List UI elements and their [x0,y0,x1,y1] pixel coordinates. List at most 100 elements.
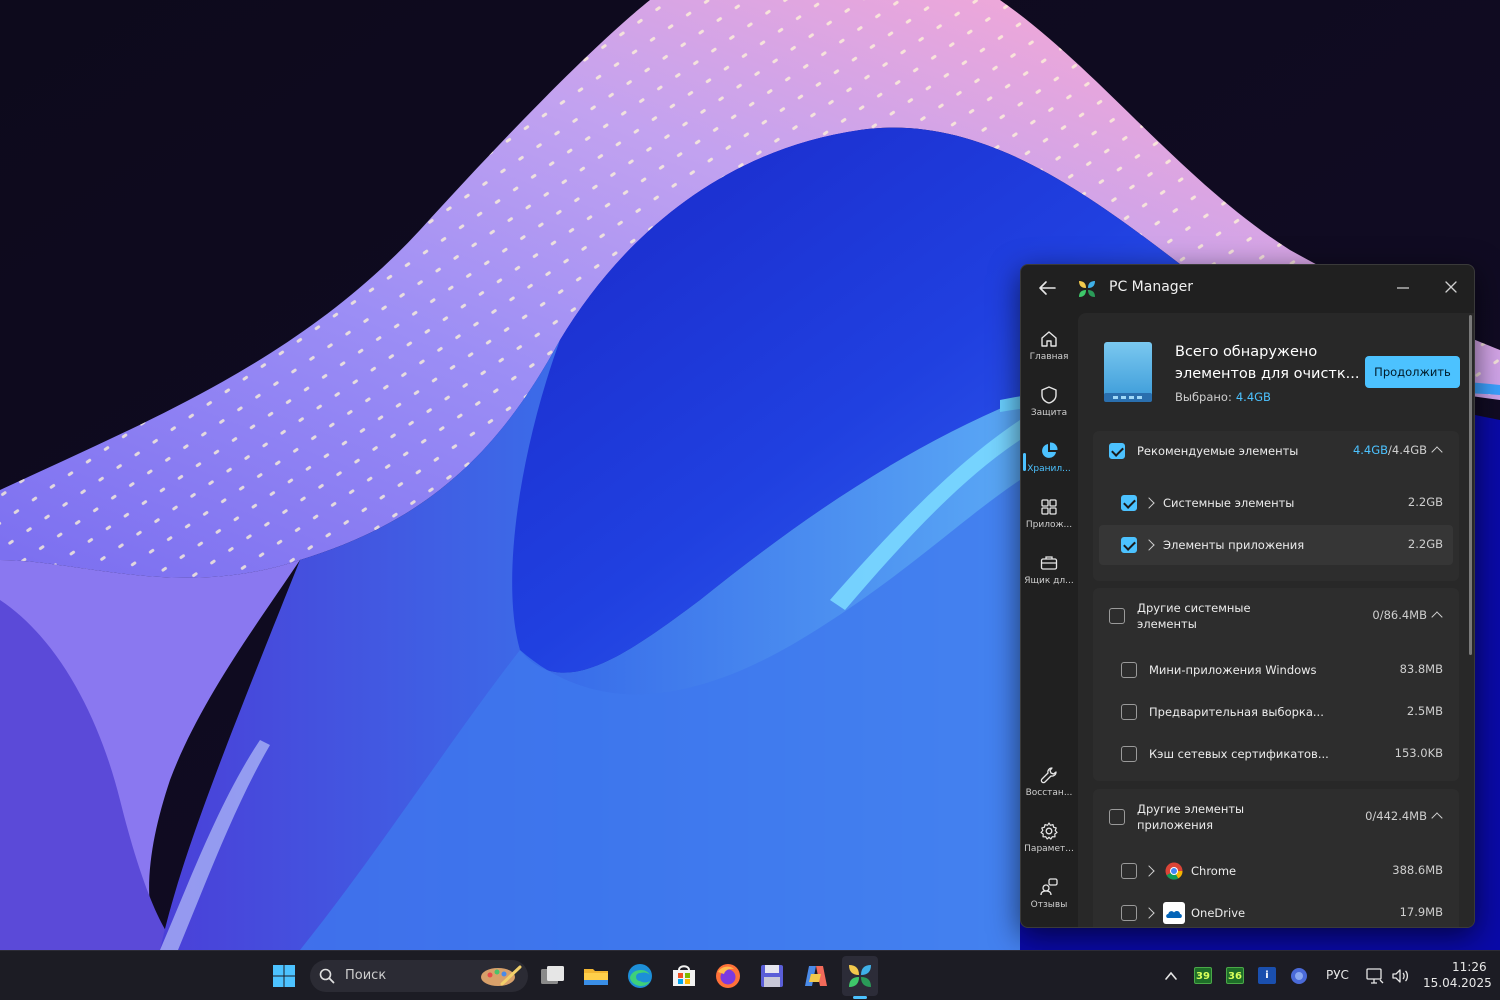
nav-label-toolbox: Ящик дл... [1024,576,1074,586]
nav-label-home: Главная [1029,352,1069,362]
active-indicator [1023,453,1026,471]
group-header-other-system[interactable]: Другие системные элементы 0/86.4MB [1093,588,1459,644]
item-label: Кэш сетевых сертификатов... [1149,747,1329,761]
chevron-up-icon[interactable] [1163,968,1179,984]
clock-date[interactable]: 15.04.2025 [1423,976,1492,990]
network-icon[interactable] [1365,966,1385,986]
nav-item-storage[interactable]: Хранил... [1023,441,1075,493]
list-item-chrome[interactable]: Chrome 388.6MB [1093,851,1459,891]
arrow-left-icon[interactable] [1035,277,1059,299]
item-label: Предварительная выборка... [1149,705,1324,719]
edge-icon[interactable] [624,960,656,992]
item-label: OneDrive [1191,906,1246,920]
language-indicator[interactable]: РУС [1326,968,1349,982]
nav-item-apps[interactable]: Прилож... [1023,497,1075,549]
group-label-line1: Другие системные [1137,601,1251,615]
temp-badge-1[interactable]: 39 [1194,967,1212,984]
apps-icon [1041,499,1057,515]
nav-item-protection[interactable]: Защита [1023,385,1075,437]
volume-icon[interactable] [1390,966,1410,986]
chevron-right-icon[interactable] [1143,865,1155,877]
item-size: 2.2GB [1407,495,1443,509]
group-label-line2: элементы [1137,617,1197,631]
nav-label-repair: Восстан... [1025,788,1073,798]
group-label-recommended: Рекомендуемые элементы [1137,444,1299,458]
vpn-icon[interactable] [1290,967,1308,985]
cleanup-summary: Всего обнаружено элементов для очистк...… [1078,313,1474,421]
task-view-icon[interactable] [537,960,569,992]
continue-button[interactable]: Продолжить [1365,356,1460,388]
checkbox-other-system[interactable] [1109,608,1125,624]
checkbox-recommended[interactable] [1109,443,1125,459]
save-icon[interactable] [756,960,788,992]
nav-label-feedback: Отзывы [1030,900,1068,910]
storage-cleanup-panel: Всего обнаружено элементов для очистк...… [1078,313,1474,927]
group-label-line2: приложения [1137,818,1214,832]
close-icon[interactable] [1437,277,1465,299]
pc-manager-window: PC Manager Главная Защита Хранил... Прил… [1020,264,1475,928]
copilot-icon[interactable] [800,960,832,992]
nav-item-feedback[interactable]: Отзывы [1023,877,1075,927]
clock-time[interactable]: 11:26 [1452,960,1487,974]
taskbar-search[interactable]: Поиск [310,960,528,992]
minimize-icon[interactable] [1389,277,1417,299]
disk-drive-icon [1104,342,1152,402]
checkbox-chrome[interactable] [1121,863,1137,879]
nav-item-settings[interactable]: Парамет... [1023,821,1075,873]
selected-label: Выбрано: [1175,390,1232,404]
chevron-right-icon[interactable] [1143,497,1155,509]
item-size: 17.9MB [1399,905,1443,919]
title-bar: PC Manager [1021,265,1474,311]
item-label: Системные элементы [1163,496,1295,510]
nav-item-repair[interactable]: Восстан... [1023,765,1075,817]
feedback-icon [1040,878,1058,896]
checkbox-prefetch[interactable] [1121,704,1137,720]
chevron-right-icon[interactable] [1143,539,1155,551]
list-item-system-elements[interactable]: Системные элементы 2.2GB [1093,483,1459,523]
file-explorer-icon[interactable] [580,960,612,992]
nav-label-settings: Парамет... [1024,844,1074,854]
pc-manager-icon[interactable] [844,960,876,992]
nav-item-home[interactable]: Главная [1023,329,1075,381]
nav-item-toolbox[interactable]: Ящик дл... [1023,553,1075,605]
store-icon[interactable] [668,960,700,992]
list-item-app-elements[interactable]: Элементы приложения 2.2GB [1099,525,1453,565]
scrollbar[interactable] [1469,315,1472,655]
selected-summary: Выбрано: 4.4GB [1175,390,1271,404]
size-selected: 4.4GB [1352,443,1389,457]
checkbox-cert-cache[interactable] [1121,746,1137,762]
search-placeholder: Поиск [345,968,387,983]
info-badge[interactable]: i [1258,967,1276,984]
shield-icon [1041,386,1057,404]
group-label-line1: Другие элементы [1137,802,1245,816]
checkbox-onedrive[interactable] [1121,905,1137,921]
nav-label-protection: Защита [1030,408,1068,418]
list-item-cert-cache[interactable]: Кэш сетевых сертификатов... 153.0KB [1093,734,1459,774]
item-size: 388.6MB [1392,863,1443,877]
checkbox-other-apps[interactable] [1109,809,1125,825]
nav-label-storage: Хранил... [1027,464,1071,474]
checkbox-system-elements[interactable] [1121,495,1137,511]
group-size-recommended: 4.4GB/4.4GB [1353,443,1427,457]
group-size-other-apps: 0/442.4MB [1365,809,1427,823]
chevron-right-icon[interactable] [1143,907,1155,919]
firefox-icon[interactable] [712,960,744,992]
checkbox-app-elements[interactable] [1121,537,1137,553]
chevron-up-icon[interactable] [1431,611,1443,623]
window-title: PC Manager [1109,279,1194,295]
group-header-other-apps[interactable]: Другие элементы приложения 0/442.4MB [1093,789,1459,845]
toolbox-icon [1040,556,1058,570]
item-size: 2.5MB [1406,704,1443,718]
list-item-onedrive[interactable]: OneDrive 17.9MB [1093,893,1459,927]
list-item-prefetch[interactable]: Предварительная выборка... 2.5MB [1093,692,1459,732]
chevron-up-icon[interactable] [1431,812,1443,824]
group-header-recommended[interactable]: Рекомендуемые элементы 4.4GB/4.4GB [1093,431,1459,471]
pie-chart-icon [1042,442,1058,458]
checkbox-windows-widgets[interactable] [1121,662,1137,678]
temp-badge-2[interactable]: 36 [1226,967,1244,984]
chrome-icon [1165,862,1183,880]
start-icon[interactable] [268,960,300,992]
summary-title: Всего обнаружено элементов для очистк... [1175,341,1365,385]
chevron-up-icon[interactable] [1431,446,1443,458]
list-item-windows-widgets[interactable]: Мини-приложения Windows 83.8MB [1093,650,1459,690]
